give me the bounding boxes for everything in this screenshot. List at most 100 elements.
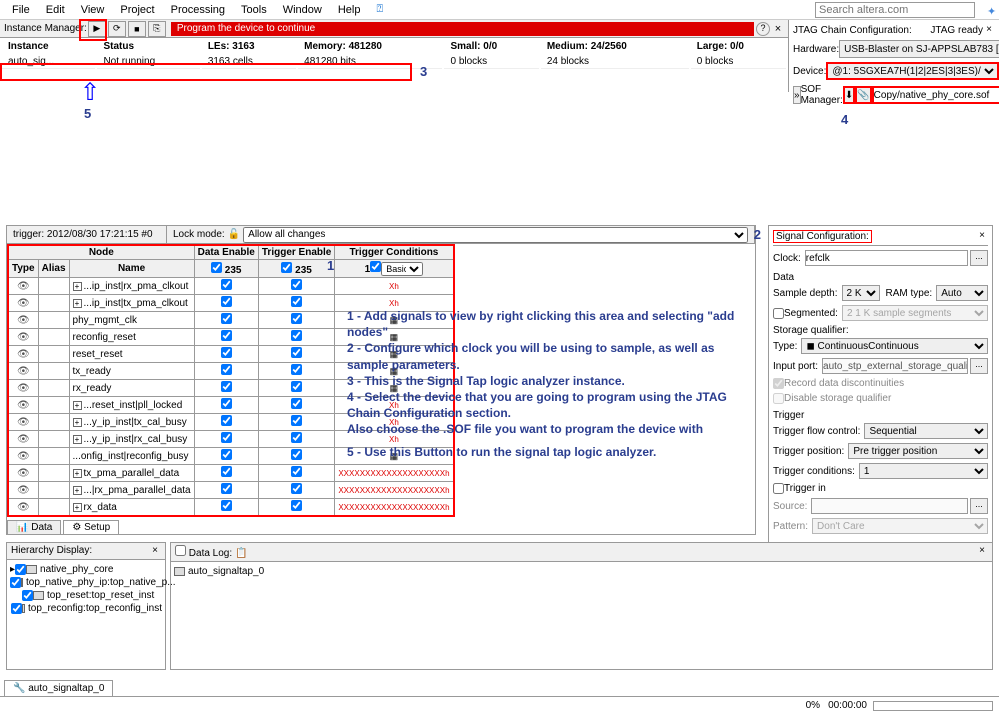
menu-file[interactable]: File: [4, 2, 38, 18]
te-checkbox[interactable]: [291, 483, 302, 494]
device-select[interactable]: @1: 5SGXEA7H(1|2|2ES|3|3ES)/: [826, 62, 999, 80]
favorite-icon[interactable]: ✦: [979, 3, 995, 17]
signal-row[interactable]: 👁+tx_pma_parallel_dataXXXXXXXXXXXXXXXXXX…: [8, 465, 454, 482]
de-checkbox[interactable]: [221, 313, 232, 324]
tree-checkbox[interactable]: [11, 603, 22, 614]
tree-item[interactable]: top_reset:top_reset_inst: [10, 589, 162, 602]
te-checkbox[interactable]: [291, 330, 302, 341]
de-count[interactable]: 235: [194, 260, 258, 278]
node-header: Node: [8, 245, 194, 260]
de-checkbox[interactable]: [221, 364, 232, 375]
eye-icon: 👁: [17, 451, 30, 462]
pos-select[interactable]: Pre trigger position: [848, 443, 988, 459]
te-checkbox[interactable]: [291, 381, 302, 392]
te-checkbox[interactable]: [291, 364, 302, 375]
te-checkbox[interactable]: [291, 398, 302, 409]
run-loop-button[interactable]: ⟳: [108, 21, 126, 37]
input-port-browse[interactable]: ...: [970, 358, 988, 374]
tree-item[interactable]: top_reconfig:top_reconfig_inst: [10, 602, 162, 615]
record-disc-label: Record data discontinuities: [784, 378, 904, 389]
sof-file-input[interactable]: [872, 86, 999, 104]
record-disc-checkbox: [773, 378, 784, 389]
input-port-input[interactable]: [822, 358, 968, 374]
instance-row[interactable]: auto_sig... Not running 3163 cells 48128…: [2, 55, 786, 69]
te-count[interactable]: 235: [258, 260, 334, 278]
tree-item[interactable]: top_native_phy_ip:top_native_p...: [10, 576, 162, 589]
de-checkbox[interactable]: [221, 398, 232, 409]
te-checkbox[interactable]: [291, 347, 302, 358]
tool-button[interactable]: ⎘: [148, 21, 166, 37]
close-icon[interactable]: ×: [149, 545, 161, 557]
te-checkbox[interactable]: [291, 415, 302, 426]
te-checkbox[interactable]: [291, 432, 302, 443]
sample-depth-select[interactable]: 2 K: [842, 285, 880, 301]
lock-mode-select[interactable]: Allow all changes: [243, 227, 748, 243]
run-button[interactable]: ▶: [88, 21, 106, 37]
close-icon[interactable]: ×: [983, 24, 995, 36]
menu-project[interactable]: Project: [112, 2, 162, 18]
de-checkbox[interactable]: [221, 296, 232, 307]
menu-window[interactable]: Window: [275, 2, 330, 18]
tree-checkbox[interactable]: [22, 590, 33, 601]
menu-tools[interactable]: Tools: [233, 2, 275, 18]
de-checkbox[interactable]: [221, 279, 232, 290]
close-icon[interactable]: ×: [772, 23, 784, 35]
menu-view[interactable]: View: [73, 2, 113, 18]
signal-row[interactable]: 👁+...ip_inst|rx_pma_clkoutXh: [8, 278, 454, 295]
hardware-label: Hardware:: [793, 44, 839, 55]
close-icon[interactable]: ×: [976, 545, 988, 557]
segmented-select[interactable]: 2 1 K sample segments: [842, 305, 988, 321]
datalog-checkbox[interactable]: [175, 545, 186, 556]
stop-button[interactable]: ■: [128, 21, 146, 37]
instruction-4: 4 - Select the device that you are going…: [347, 389, 747, 421]
menu-edit[interactable]: Edit: [38, 2, 73, 18]
de-checkbox[interactable]: [221, 415, 232, 426]
instance-les: 3163 cells: [202, 55, 296, 69]
te-checkbox[interactable]: [291, 296, 302, 307]
tree-item[interactable]: ▸ native_phy_core: [10, 563, 162, 576]
source-browse[interactable]: ...: [970, 498, 988, 514]
expand-icon[interactable]: »: [793, 86, 801, 104]
de-checkbox[interactable]: [221, 449, 232, 460]
help-icon[interactable]: ⍰: [368, 1, 391, 18]
signal-row[interactable]: 👁+rx_dataXXXXXXXXXXXXXXXXXXXXh: [8, 499, 454, 517]
tree-checkbox[interactable]: [15, 564, 26, 575]
de-checkbox[interactable]: [221, 483, 232, 494]
te-checkbox[interactable]: [291, 466, 302, 477]
menu-help[interactable]: Help: [330, 2, 369, 18]
tree-checkbox[interactable]: [10, 577, 21, 588]
de-checkbox[interactable]: [221, 381, 232, 392]
hardware-select[interactable]: USB-Blaster on SJ-APPSLAB783 [: [839, 40, 999, 58]
download-icon[interactable]: ⬇: [843, 86, 855, 104]
help-icon[interactable]: ?: [756, 22, 770, 36]
de-checkbox[interactable]: [221, 347, 232, 358]
ram-type-select[interactable]: Auto: [936, 285, 988, 301]
file-tab[interactable]: 🔧 auto_signaltap_0: [4, 680, 113, 696]
segmented-checkbox[interactable]: [773, 308, 784, 319]
tc-select[interactable]: 1Basic: [335, 260, 454, 278]
clock-browse-button[interactable]: ...: [970, 250, 988, 266]
close-icon[interactable]: ×: [976, 230, 988, 242]
de-checkbox[interactable]: [221, 500, 232, 511]
de-checkbox[interactable]: [221, 432, 232, 443]
datalog-item[interactable]: auto_signaltap_0: [174, 565, 989, 578]
clock-input[interactable]: [805, 250, 968, 266]
te-checkbox[interactable]: [291, 449, 302, 460]
signal-row[interactable]: 👁+...|rx_pma_parallel_dataXXXXXXXXXXXXXX…: [8, 482, 454, 499]
flow-select[interactable]: Sequential: [864, 423, 988, 439]
te-checkbox[interactable]: [291, 313, 302, 324]
te-checkbox[interactable]: [291, 500, 302, 511]
storage-type-select[interactable]: ◼ ContinuousContinuous: [801, 338, 988, 354]
menu-processing[interactable]: Processing: [163, 2, 233, 18]
trigger-in-checkbox[interactable]: [773, 483, 784, 494]
de-checkbox[interactable]: [221, 466, 232, 477]
te-checkbox[interactable]: [291, 279, 302, 290]
cond-select[interactable]: 1: [859, 463, 988, 479]
signal-config-panel: Signal Configuration: × Clock: ... Data …: [768, 225, 993, 543]
tab-setup[interactable]: ⚙ Setup: [63, 520, 119, 534]
de-checkbox[interactable]: [221, 330, 232, 341]
tab-data[interactable]: 📊 Data: [7, 520, 61, 534]
attach-icon[interactable]: 📎: [855, 86, 871, 104]
search-input[interactable]: [815, 2, 975, 18]
datalog-icon[interactable]: 📋: [235, 548, 247, 559]
